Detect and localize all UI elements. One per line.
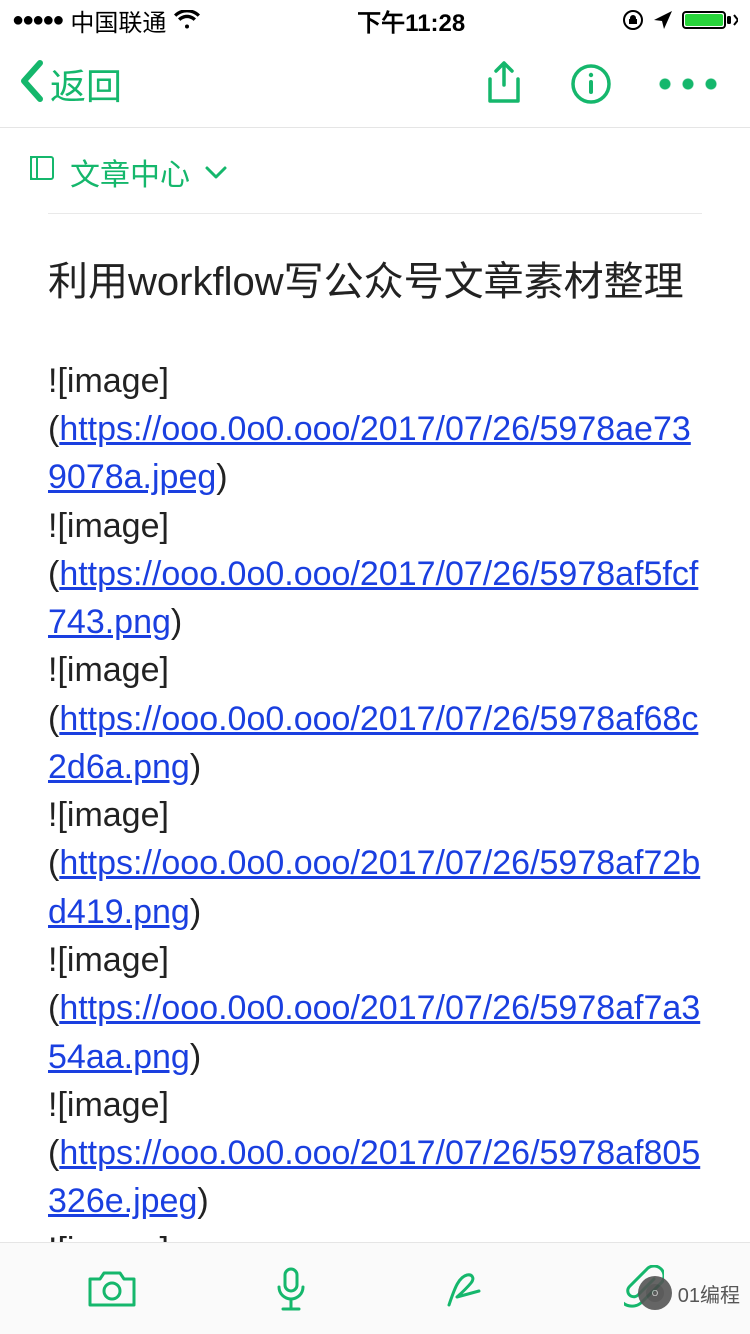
notebook-icon (28, 154, 56, 190)
chevron-down-icon (204, 155, 228, 189)
svg-text:O: O (652, 1289, 658, 1298)
camera-icon[interactable] (86, 1269, 138, 1309)
image-url-link[interactable]: https://ooo.0o0.ooo/2017/07/26/5978af7a3… (48, 989, 700, 1075)
markdown-image-line[interactable]: ![image] (https://ooo.0o0.ooo/2017/07/26/… (48, 936, 702, 1081)
nav-actions: ○○○ (484, 61, 732, 107)
open-paren: ( (48, 555, 59, 593)
microphone-icon[interactable] (271, 1265, 311, 1313)
image-prefix: ![image] (48, 941, 169, 979)
close-paren: ) (171, 603, 182, 641)
note-content[interactable]: 利用workflow写公众号文章素材整理 ![image](https://oo… (0, 214, 750, 1274)
image-url-link[interactable]: https://ooo.0o0.ooo/2017/07/26/5978af5fc… (48, 555, 698, 641)
open-paren: ( (48, 844, 59, 882)
close-paren: ) (197, 1182, 208, 1220)
watermark: O 01编程 (638, 1276, 740, 1310)
signal-strength: ●●●●● (12, 9, 62, 32)
image-prefix: ![image] (48, 507, 169, 545)
battery-icon (682, 9, 738, 31)
watermark-text: 01编程 (678, 1279, 740, 1308)
markdown-image-line[interactable]: ![image] (https://ooo.0o0.ooo/2017/07/26/… (48, 646, 702, 791)
markdown-image-line[interactable]: ![image] (https://ooo.0o0.ooo/2017/07/26/… (48, 791, 702, 936)
image-url-link[interactable]: https://ooo.0o0.ooo/2017/07/26/5978af68c… (48, 700, 698, 786)
open-paren: ( (48, 1134, 59, 1172)
notebook-selector[interactable]: 文章中心 (0, 128, 750, 213)
markdown-image-line[interactable]: ![image] (https://ooo.0o0.ooo/2017/07/26/… (48, 357, 702, 502)
watermark-avatar-icon: O (638, 1276, 672, 1310)
note-title[interactable]: 利用workflow写公众号文章素材整理 (48, 254, 702, 311)
close-paren: ) (190, 748, 201, 786)
note-body[interactable]: ![image](https://ooo.0o0.ooo/2017/07/26/… (48, 357, 702, 1274)
chevron-left-icon (18, 59, 46, 108)
image-url-link[interactable]: https://ooo.0o0.ooo/2017/07/26/5978ae739… (48, 410, 691, 496)
notebook-label: 文章中心 (70, 150, 190, 194)
markdown-image-line[interactable]: ![image] (https://ooo.0o0.ooo/2017/07/26/… (48, 1081, 702, 1226)
image-prefix: ![image] (48, 796, 169, 834)
open-paren: ( (48, 410, 59, 448)
back-button[interactable]: 返回 (18, 58, 122, 110)
status-time: 下午11:28 (357, 3, 465, 38)
status-left: ●●●●● 中国联通 (12, 3, 200, 38)
image-prefix: ![image] (48, 1086, 169, 1124)
markdown-image-line[interactable]: ![image] (https://ooo.0o0.ooo/2017/07/26/… (48, 502, 702, 647)
info-icon[interactable] (570, 63, 612, 105)
image-url-link[interactable]: https://ooo.0o0.ooo/2017/07/26/5978af805… (48, 1134, 700, 1220)
image-prefix: ![image] (48, 651, 169, 689)
nav-bar: 返回 ○○○ (0, 40, 750, 128)
status-bar: ●●●●● 中国联通 下午11:28 (0, 0, 750, 40)
close-paren: ) (216, 458, 227, 496)
more-icon[interactable]: ○○○ (658, 77, 726, 91)
open-paren: ( (48, 700, 59, 738)
orientation-lock-icon (622, 9, 644, 31)
share-icon[interactable] (484, 61, 524, 107)
close-paren: ) (190, 1038, 201, 1076)
image-prefix: ![image] (48, 362, 169, 400)
image-url-link[interactable]: https://ooo.0o0.ooo/2017/07/26/5978af72b… (48, 844, 700, 930)
handwriting-icon[interactable] (443, 1267, 491, 1311)
wifi-icon (174, 10, 200, 30)
status-right (622, 9, 738, 31)
location-icon (652, 9, 674, 31)
open-paren: ( (48, 989, 59, 1027)
close-paren: ) (190, 893, 201, 931)
back-label: 返回 (50, 58, 122, 110)
carrier-label: 中国联通 (70, 3, 166, 38)
